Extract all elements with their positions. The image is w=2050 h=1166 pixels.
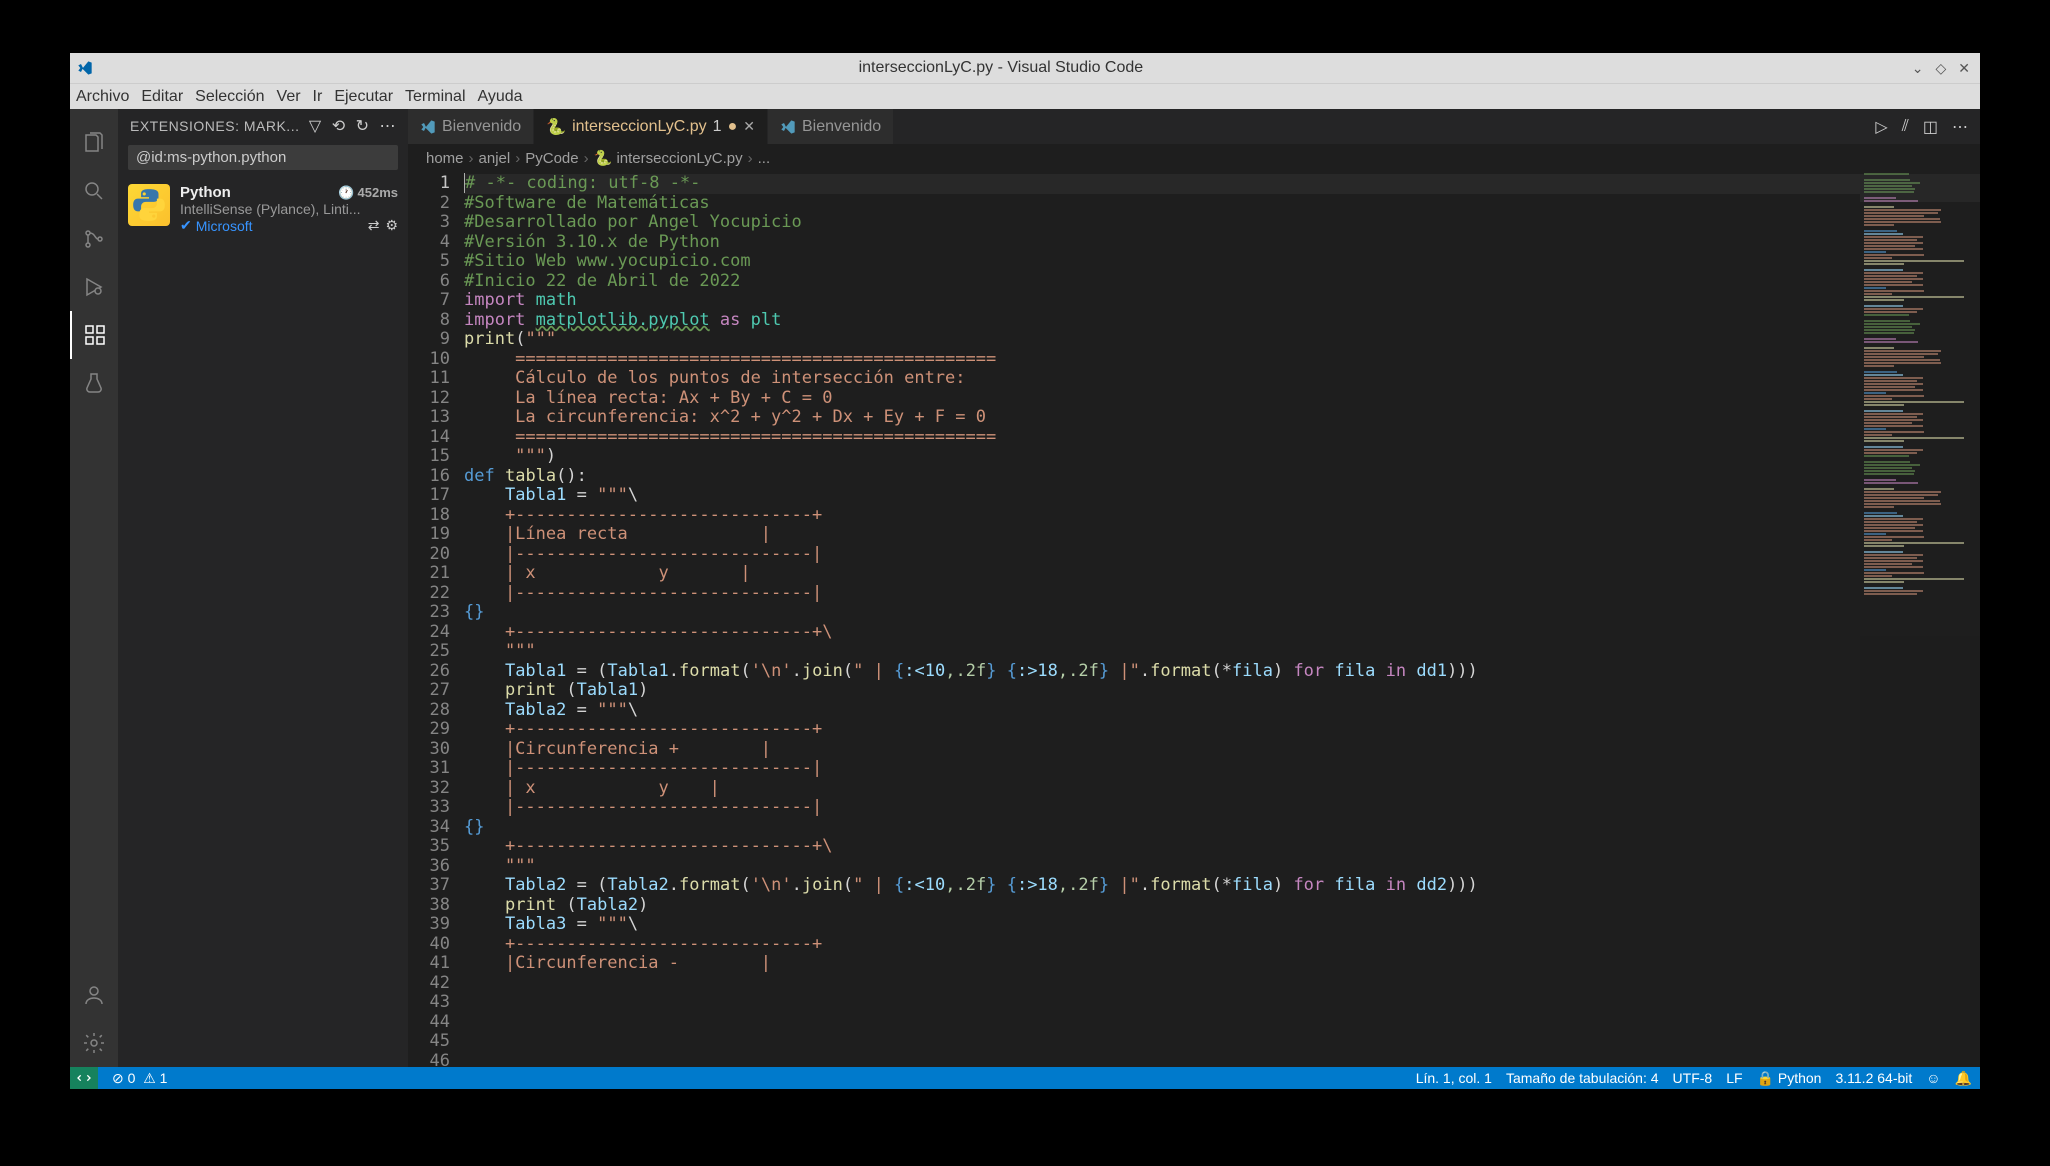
minimap[interactable] [1860,172,1980,1067]
extension-icon [128,184,170,226]
status-bar: ⊘ 0 ⚠ 1 Lín. 1, col. 1 Tamaño de tabulac… [70,1067,1980,1089]
language-mode[interactable]: 🔒 Python [1757,1070,1822,1087]
code-text[interactable]: # -*- coding: utf-8 -*-#Software de Mate… [464,172,1860,1067]
more-icon[interactable]: ⋯ [380,116,397,136]
verified-icon: ✔ [180,217,192,234]
activity-search[interactable] [70,167,118,215]
extensions-title: EXTENSIONES: MARK... [130,118,299,134]
line-gutter: 1234567891011121314151617181920212223242… [408,172,464,1067]
breadcrumb-segment[interactable]: 🐍 interseccionLyC.py [594,149,743,167]
window-title: interseccionLyC.py - Visual Studio Code [100,59,1902,77]
menu-ver[interactable]: Ver [277,88,301,106]
menu-terminal[interactable]: Terminal [405,88,465,106]
menu-archivo[interactable]: Archivo [76,88,129,106]
feedback-icon[interactable]: ☺ [1926,1070,1940,1086]
menu-selección[interactable]: Selección [195,88,264,106]
title-bar: interseccionLyC.py - Visual Studio Code … [70,53,1980,83]
extension-name: Python [180,184,231,201]
extension-description: IntelliSense (Pylance), Linti... [180,201,390,217]
clear-icon[interactable]: ⟲ [332,116,346,136]
activity-source-control[interactable] [70,215,118,263]
tab-bienvenido[interactable]: Bienvenido [408,109,534,144]
extensions-sidebar: EXTENSIONES: MARK... ▽ ⟲ ↻ ⋯ Python 🕐 [118,109,408,1067]
extension-publisher: Microsoft [196,218,253,234]
tab-bienvenido[interactable]: Bienvenido [768,109,894,144]
refresh-icon[interactable]: ↻ [356,116,370,136]
maximize-button[interactable]: ◇ [1935,60,1946,77]
notifications-icon[interactable]: 🔔 [1955,1070,1972,1087]
editor-more-icon[interactable]: ⋯ [1952,117,1968,137]
filter-icon[interactable]: ▽ [309,116,322,136]
tab-interseccionlyc-py[interactable]: 🐍interseccionLyC.py 1 ●✕ [534,109,768,144]
extension-item[interactable]: Python 🕐 452ms IntelliSense (Pylance), L… [118,178,408,240]
sync-icon[interactable]: ⇄ [368,217,380,234]
split-icon[interactable]: ◫ [1923,117,1938,137]
minimize-button[interactable]: ⌄ [1912,60,1924,77]
remote-indicator[interactable] [70,1067,98,1089]
cursor-position[interactable]: Lín. 1, col. 1 [1416,1070,1492,1086]
eol[interactable]: LF [1726,1070,1742,1086]
window-controls: ⌄ ◇ ✕ [1902,60,1980,77]
vscode-window: interseccionLyC.py - Visual Studio Code … [70,53,1980,1089]
breadcrumb-segment[interactable]: home [426,150,464,167]
activity-settings[interactable] [70,1019,118,1067]
activity-testing[interactable] [70,359,118,407]
editor-tabs: Bienvenido 🐍interseccionLyC.py 1 ●✕Bienv… [408,109,1980,144]
extension-latency: 🕐 452ms [338,184,398,201]
encoding[interactable]: UTF-8 [1673,1070,1713,1086]
breadcrumbs[interactable]: home›anjel›PyCode›🐍 interseccionLyC.py›.… [408,144,1980,172]
activity-run[interactable] [70,263,118,311]
menu-editar[interactable]: Editar [141,88,183,106]
activity-accounts[interactable] [70,971,118,1019]
close-window-button[interactable]: ✕ [1958,60,1970,77]
activity-bar [70,109,118,1067]
menu-ejecutar[interactable]: Ejecutar [334,88,393,106]
ext-settings-icon[interactable]: ⚙ [385,217,398,234]
code-editor[interactable]: 1234567891011121314151617181920212223242… [408,172,1980,1067]
run-icon[interactable]: ▷ [1875,117,1887,137]
breadcrumb-segment[interactable]: PyCode [525,150,578,167]
breadcrumb-segment[interactable]: ... [758,150,771,167]
indent-setting[interactable]: Tamaño de tabulación: 4 [1506,1070,1659,1086]
app-logo [70,60,100,76]
menu-ir[interactable]: Ir [313,88,323,106]
extensions-header: EXTENSIONES: MARK... ▽ ⟲ ↻ ⋯ [118,109,408,143]
python-interpreter[interactable]: 3.11.2 64-bit [1835,1070,1912,1086]
activity-extensions[interactable] [70,311,118,359]
editor-area: Bienvenido 🐍interseccionLyC.py 1 ●✕Bienv… [408,109,1980,1067]
activity-explorer[interactable] [70,119,118,167]
breadcrumb-segment[interactable]: anjel [479,150,511,167]
problems-indicator[interactable]: ⊘ 0 ⚠ 1 [112,1070,167,1087]
close-tab-icon[interactable]: ✕ [743,118,755,135]
compare-icon[interactable]: ⫽ [1902,118,1909,136]
menu-bar: Archivo Editar Selección Ver Ir Ejecutar Termi… [70,83,1980,109]
menu-ayuda[interactable]: Ayuda [478,88,523,106]
extensions-search-input[interactable] [128,145,398,170]
